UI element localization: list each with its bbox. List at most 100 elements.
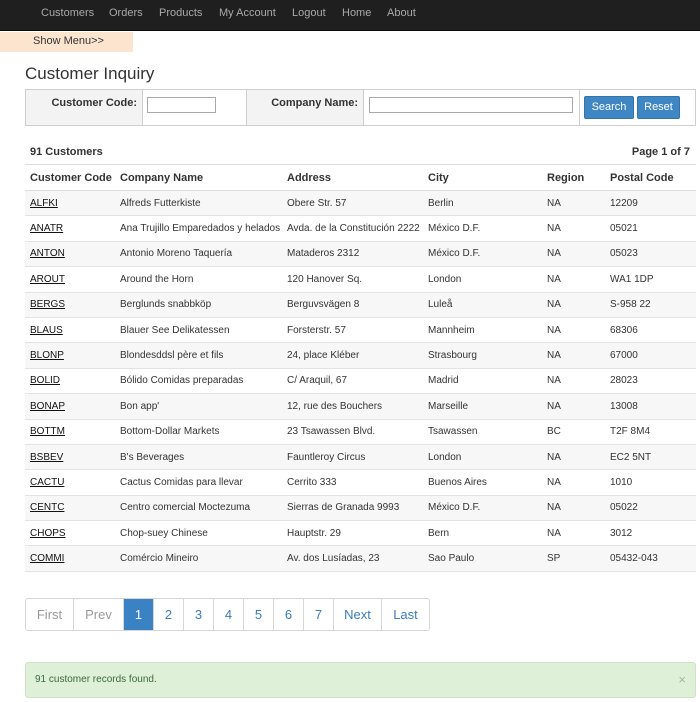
- table-row: COMMI Comércio Mineiro Av. dos Lusíadas, 2…: [25, 545, 696, 572]
- cell-company-name: Comércio Mineiro: [115, 545, 282, 572]
- cell-customer-code: CHOPS: [25, 520, 115, 547]
- customer-count: 91 Customers: [30, 146, 103, 158]
- pager-page[interactable]: 1: [124, 599, 154, 630]
- cell-address: Mataderos 2312: [282, 241, 423, 268]
- customer-code-link[interactable]: CENTC: [30, 502, 64, 513]
- pager-last[interactable]: Last: [382, 599, 429, 630]
- cell-customer-code: CENTC: [25, 495, 115, 522]
- column-header-company-name[interactable]: Company Name: [115, 164, 282, 191]
- cell-postal-code: S-958 22: [605, 292, 696, 318]
- top-navbar: Customers Orders Products My Account Log…: [0, 0, 700, 31]
- cell-postal-code: 05021: [605, 215, 696, 242]
- table-row: BSBEV B's Beverages Fauntleroy Circus Londo…: [25, 444, 696, 471]
- close-icon[interactable]: ×: [678, 663, 686, 697]
- cell-address: 120 Hanover Sq.: [282, 266, 423, 293]
- customer-code-link[interactable]: CACTU: [30, 477, 64, 488]
- nav-logout[interactable]: Logout: [292, 0, 326, 30]
- customer-code-link[interactable]: ALFKI: [30, 198, 58, 209]
- customer-code-link[interactable]: BLONP: [30, 350, 64, 361]
- customer-code-input[interactable]: [147, 97, 216, 113]
- nav-customers[interactable]: Customers: [41, 0, 94, 30]
- company-name-input-cell: [364, 90, 580, 125]
- cell-postal-code: EC2 5NT: [605, 444, 696, 471]
- cell-city: Berlin: [423, 190, 542, 217]
- cell-address: 23 Tsawassen Blvd.: [282, 419, 423, 445]
- company-name-input[interactable]: [369, 97, 573, 113]
- nav-my-account[interactable]: My Account: [219, 0, 276, 30]
- nav-products[interactable]: Products: [159, 0, 202, 30]
- column-header-postal-code[interactable]: Postal Code: [605, 164, 696, 191]
- customer-table: Customer Code△ Company Name Address City…: [25, 164, 696, 572]
- customer-code-input-cell: [143, 90, 247, 125]
- cell-city: Buenos Aires: [423, 469, 542, 496]
- column-header-region[interactable]: Region: [542, 164, 605, 191]
- pager-prev[interactable]: Prev: [74, 599, 124, 630]
- pager-page[interactable]: 4: [214, 599, 244, 630]
- cell-company-name: Ana Trujillo Emparedados y helados: [115, 215, 282, 242]
- cell-company-name: Blondesddsl père et fils: [115, 342, 282, 369]
- cell-address: C/ Araquil, 67: [282, 368, 423, 395]
- table-row: BERGS Berglunds snabbköp Berguvsvägen 8 Lul…: [25, 292, 696, 318]
- cell-postal-code: 05022: [605, 495, 696, 522]
- cell-address: Berguvsvägen 8: [282, 292, 423, 318]
- cell-city: Sao Paulo: [423, 545, 542, 572]
- cell-customer-code: BOTTM: [25, 419, 115, 445]
- cell-postal-code: T2F 8M4: [605, 419, 696, 445]
- nav-about[interactable]: About: [387, 0, 416, 30]
- show-menu-toggle[interactable]: Show Menu>>: [0, 32, 133, 52]
- pager-page[interactable]: 6: [274, 599, 304, 630]
- table-row: BOTTM Bottom-Dollar Markets 23 Tsawassen B…: [25, 419, 696, 445]
- cell-postal-code: 67000: [605, 342, 696, 369]
- reset-button[interactable]: Reset: [637, 96, 680, 119]
- column-header-customer-code[interactable]: Customer Code△: [25, 164, 115, 191]
- cell-region: NA: [542, 495, 605, 522]
- column-header-address[interactable]: Address: [282, 164, 423, 191]
- cell-company-name: Berglunds snabbköp: [115, 292, 282, 318]
- cell-postal-code: 3012: [605, 520, 696, 547]
- customer-code-link[interactable]: BONAP: [30, 401, 65, 412]
- pager-page[interactable]: 7: [304, 599, 334, 630]
- search-button[interactable]: Search: [584, 96, 634, 119]
- table-row: BONAP Bon app' 12, rue des Bouchers Marseil…: [25, 393, 696, 420]
- customer-code-link[interactable]: BOTTM: [30, 426, 65, 437]
- cell-address: Cerrito 333: [282, 469, 423, 496]
- cell-city: México D.F.: [423, 215, 542, 242]
- cell-city: México D.F.: [423, 241, 542, 268]
- column-header-city[interactable]: City: [423, 164, 542, 191]
- search-panel: Customer Code: Company Name: Search Rese…: [25, 89, 696, 126]
- table-row: CACTU Cactus Comidas para llevar Cerrito 3…: [25, 469, 696, 496]
- table-row: BLAUS Blauer See Delikatessen Forsterstr. …: [25, 317, 696, 344]
- customer-code-link[interactable]: BOLID: [30, 375, 60, 386]
- customer-code-link[interactable]: ANATR: [30, 223, 63, 234]
- nav-home[interactable]: Home: [342, 0, 371, 30]
- customer-code-link[interactable]: COMMI: [30, 553, 64, 564]
- cell-customer-code: AROUT: [25, 266, 115, 293]
- total-pages-number: 7: [683, 146, 690, 158]
- customer-code-link[interactable]: BSBEV: [30, 452, 63, 463]
- customer-code-link[interactable]: ANTON: [30, 248, 65, 259]
- alert-message: 91 customer records found.: [35, 674, 157, 685]
- cell-company-name: Around the Horn: [115, 266, 282, 293]
- page-label: Page: [631, 146, 659, 158]
- cell-city: Strasbourg: [423, 342, 542, 369]
- pager-page[interactable]: 5: [244, 599, 274, 630]
- pager-page[interactable]: 3: [184, 599, 214, 630]
- cell-region: NA: [542, 342, 605, 369]
- table-row: ANATR Ana Trujillo Emparedados y helados A…: [25, 215, 696, 242]
- cell-postal-code: 05432-043: [605, 545, 696, 572]
- customer-code-link[interactable]: BERGS: [30, 299, 65, 310]
- pager-page[interactable]: 2: [154, 599, 184, 630]
- cell-city: London: [423, 444, 542, 471]
- cell-region: NA: [542, 444, 605, 471]
- cell-company-name: Bottom-Dollar Markets: [115, 419, 282, 445]
- records-found-alert: 91 customer records found. ×: [25, 662, 696, 698]
- nav-orders[interactable]: Orders: [109, 0, 143, 30]
- customer-code-link[interactable]: CHOPS: [30, 528, 66, 539]
- customer-code-link[interactable]: BLAUS: [30, 325, 63, 336]
- customer-table-body: ALFKI Alfreds Futterkiste Obere Str. 57 Ber…: [25, 190, 696, 572]
- pager-next[interactable]: Next: [334, 599, 382, 630]
- cell-customer-code: CACTU: [25, 469, 115, 496]
- pager-first[interactable]: First: [26, 599, 74, 630]
- customer-code-link[interactable]: AROUT: [30, 274, 65, 285]
- cell-customer-code: BLAUS: [25, 317, 115, 344]
